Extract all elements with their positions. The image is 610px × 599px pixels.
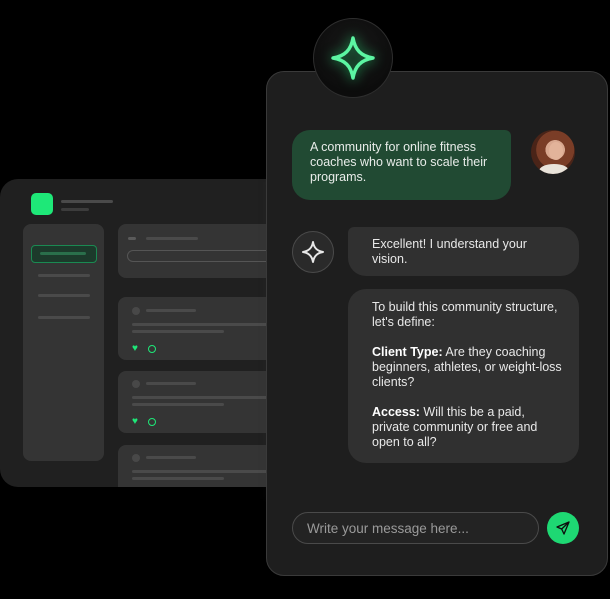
sidebar-item[interactable] xyxy=(38,274,90,277)
post-text-placeholder xyxy=(132,477,224,480)
post-author-placeholder xyxy=(146,456,196,459)
bot-message-intro: To build this community structure, let's… xyxy=(372,300,558,329)
post-avatar xyxy=(132,454,140,462)
bot-message-point: Client Type: Are they coaching beginners… xyxy=(372,345,565,390)
comment-icon[interactable] xyxy=(148,345,156,353)
post-text-placeholder xyxy=(132,330,224,333)
post-author-placeholder xyxy=(146,309,196,312)
app-title-placeholder xyxy=(61,200,113,203)
post-author-placeholder xyxy=(146,382,196,385)
send-button[interactable] xyxy=(547,512,579,544)
app-subtitle-placeholder xyxy=(61,208,89,211)
bot-avatar xyxy=(292,231,334,273)
post-avatar xyxy=(132,307,140,315)
bot-message-point: Access: Will this be a paid, private com… xyxy=(372,405,565,450)
post-text-placeholder xyxy=(132,323,272,326)
sparkle-star-icon xyxy=(331,36,375,80)
sidebar-item[interactable] xyxy=(38,294,90,297)
user-message: A community for online fitness coaches w… xyxy=(292,130,511,200)
point-label: Access: xyxy=(372,405,420,419)
app-logo xyxy=(31,193,53,215)
post-text-placeholder xyxy=(132,470,272,473)
sidebar-item-active[interactable] xyxy=(31,245,97,263)
message-input[interactable] xyxy=(292,512,539,544)
user-avatar xyxy=(531,130,575,174)
bot-message: Excellent! I understand your vision. xyxy=(348,227,579,276)
sparkle-star-icon xyxy=(302,241,324,263)
paper-plane-icon xyxy=(556,521,570,535)
composer-label-placeholder xyxy=(146,237,198,240)
ai-badge xyxy=(313,18,393,98)
stage: ♥ ♥ A community for online fitness coach… xyxy=(0,0,610,599)
composer-avatar-placeholder xyxy=(128,237,136,240)
post-text-placeholder xyxy=(132,396,272,399)
sidebar-item[interactable] xyxy=(38,316,90,319)
post-avatar xyxy=(132,380,140,388)
post-text-placeholder xyxy=(132,403,224,406)
point-label: Client Type: xyxy=(372,345,443,359)
heart-icon[interactable]: ♥ xyxy=(132,344,138,354)
bot-message: To build this community structure, let's… xyxy=(348,289,579,463)
heart-icon[interactable]: ♥ xyxy=(132,417,138,427)
comment-icon[interactable] xyxy=(148,418,156,426)
